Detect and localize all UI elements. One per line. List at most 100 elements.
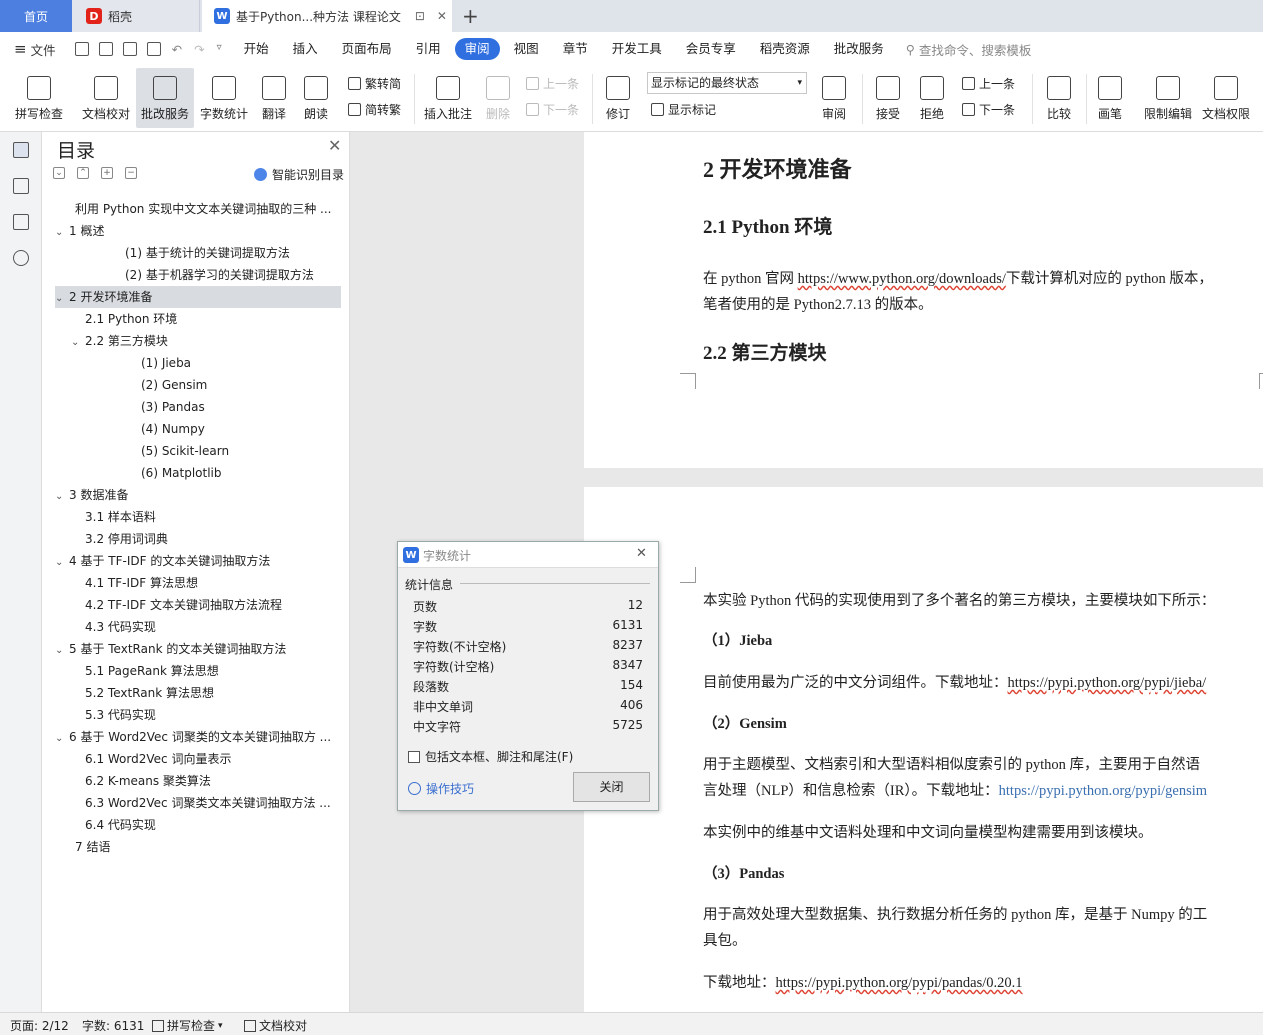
- toc-item[interactable]: 2.1 Python 环境: [55, 308, 341, 330]
- menu-tab-8[interactable]: 会员专享: [676, 38, 746, 60]
- toc-item[interactable]: ⌄ 1 概述: [55, 220, 341, 242]
- reject-button[interactable]: 拒绝: [912, 68, 952, 128]
- redo-icon[interactable]: ↷: [194, 42, 204, 57]
- chevron-down-icon[interactable]: ⌄: [55, 222, 69, 242]
- toc-item[interactable]: ⌄ 2.2 第三方模块: [55, 330, 341, 352]
- menu-tab-0[interactable]: 开始: [234, 38, 279, 60]
- toc-item[interactable]: ⌄ 6 基于 Word2Vec 词聚类的文本关键词抽取方 ...: [55, 726, 341, 748]
- tab-close-icon[interactable]: ✕: [437, 9, 447, 23]
- toc-item[interactable]: (2) Gensim: [55, 374, 341, 396]
- toc-item[interactable]: (1) 基于统计的关键词提取方法: [55, 242, 341, 264]
- expand-up-icon[interactable]: ⌃: [77, 167, 89, 179]
- track-changes-button[interactable]: 修订: [598, 68, 638, 128]
- toc-item[interactable]: (5) Scikit-learn: [55, 440, 341, 462]
- outline-icon[interactable]: [13, 142, 29, 158]
- close-button[interactable]: 关闭: [573, 772, 650, 802]
- toc-item[interactable]: (3) Pandas: [55, 396, 341, 418]
- chevron-down-icon[interactable]: ⌄: [55, 288, 69, 308]
- toc-item[interactable]: 7 结语: [55, 836, 341, 858]
- word-count-button[interactable]: 字数统计: [196, 68, 252, 128]
- accept-button[interactable]: 接受: [868, 68, 908, 128]
- prev-change-button[interactable]: 上一条: [962, 75, 1015, 92]
- restrict-editing-button[interactable]: 限制编辑: [1140, 68, 1196, 128]
- chevron-down-icon[interactable]: ⌄: [55, 486, 69, 506]
- menu-tab-6[interactable]: 章节: [553, 38, 598, 60]
- jieba-link[interactable]: https://pypi.python.org/pypi/jieba/: [1008, 675, 1207, 691]
- menu-tab-10[interactable]: 批改服务: [824, 38, 894, 60]
- spell-check-button[interactable]: 拼写检查: [10, 68, 68, 128]
- toc-item[interactable]: 5.1 PageRank 算法思想: [55, 660, 341, 682]
- delete-comment-button[interactable]: 删除: [478, 68, 518, 128]
- menu-tab-1[interactable]: 插入: [283, 38, 328, 60]
- menu-tab-4[interactable]: 审阅: [454, 38, 500, 60]
- review-service-button[interactable]: 批改服务: [136, 68, 194, 128]
- document-permission-button[interactable]: 文档权限: [1198, 68, 1254, 128]
- spell-check-toggle[interactable]: 拼写检查 ▾: [152, 1017, 223, 1034]
- toc-item[interactable]: 利用 Python 实现中文文本关键词抽取的三种 ...: [55, 198, 341, 220]
- quick-access-dropdown-icon[interactable]: ▿: [217, 42, 222, 57]
- proofread-toggle[interactable]: 文档校对: [244, 1017, 307, 1034]
- bookmark-icon[interactable]: [13, 214, 29, 230]
- toc-item[interactable]: 6.1 Word2Vec 词向量表示: [55, 748, 341, 770]
- chevron-down-icon[interactable]: ⌄: [55, 728, 69, 748]
- search-icon[interactable]: [13, 250, 29, 266]
- insert-comment-button[interactable]: 插入批注: [420, 68, 476, 128]
- compare-button[interactable]: 比较: [1038, 68, 1080, 128]
- document-page[interactable]: 本实验 Python 代码的实现使用到了多个著名的第三方模块，主要模块如下所示：…: [584, 487, 1263, 1012]
- proofread-button[interactable]: 文档校对: [78, 68, 134, 128]
- next-change-button[interactable]: 下一条: [962, 101, 1015, 118]
- page-indicator[interactable]: 页面: 2/12: [10, 1017, 69, 1034]
- toc-item[interactable]: 5.2 TextRank 算法思想: [55, 682, 341, 704]
- show-markup-button[interactable]: 显示标记: [651, 101, 716, 118]
- preview-icon[interactable]: [146, 41, 161, 56]
- toc-item[interactable]: 4.2 TF-IDF 文本关键词抽取方法流程: [55, 594, 341, 616]
- document-page[interactable]: 2 开发环境准备 2.1 Python 环境 在 python 官网 https…: [584, 132, 1263, 468]
- review-pane-button[interactable]: 审阅: [814, 68, 854, 128]
- toc-item[interactable]: 6.2 K-means 聚类算法: [55, 770, 341, 792]
- menu-tab-9[interactable]: 稻壳资源: [750, 38, 820, 60]
- toc-item[interactable]: 6.3 Word2Vec 词聚类文本关键词抽取方法 ...: [55, 792, 341, 814]
- toc-item[interactable]: 4.3 代码实现: [55, 616, 341, 638]
- toc-item[interactable]: (6) Matplotlib: [55, 462, 341, 484]
- chevron-down-icon[interactable]: ⌄: [71, 332, 85, 352]
- menu-tab-3[interactable]: 引用: [406, 38, 451, 60]
- toc-item[interactable]: ⌄ 4 基于 TF-IDF 的文本关键词抽取方法: [55, 550, 341, 572]
- toc-item[interactable]: 3.1 样本语料: [55, 506, 341, 528]
- toc-item[interactable]: ⌄ 2 开发环境准备: [55, 286, 341, 308]
- collapse-all-icon[interactable]: ⌄: [53, 167, 65, 179]
- toc-item[interactable]: 4.1 TF-IDF 算法思想: [55, 572, 341, 594]
- tab-daoke[interactable]: D 稻壳: [72, 0, 200, 32]
- trad-to-simp-button[interactable]: 繁转简: [348, 75, 401, 92]
- toc-item[interactable]: (2) 基于机器学习的关键词提取方法: [55, 264, 341, 286]
- chevron-down-icon[interactable]: ⌄: [55, 640, 69, 660]
- export-icon[interactable]: [98, 41, 113, 56]
- print-icon[interactable]: [122, 41, 137, 56]
- pandas-link[interactable]: https://pypi.python.org/pypi/pandas/0.20…: [776, 975, 1023, 991]
- tab-home[interactable]: 首页: [0, 0, 72, 32]
- close-icon[interactable]: ✕: [636, 546, 647, 561]
- toc-item[interactable]: 6.4 代码实现: [55, 814, 341, 836]
- translate-button[interactable]: 翻译: [254, 68, 294, 128]
- chapter-icon[interactable]: [13, 178, 29, 194]
- toc-item[interactable]: ⌄ 3 数据准备: [55, 484, 341, 506]
- new-tab-button[interactable]: +: [462, 0, 479, 32]
- command-search[interactable]: ⚲ 查找命令、搜索模板: [906, 40, 1032, 59]
- tab-document[interactable]: W 基于Python...种方法 课程论文 ⊡ ✕: [202, 0, 452, 32]
- save-icon[interactable]: [74, 41, 89, 56]
- markup-display-select[interactable]: 显示标记的最终状态 ▾: [647, 72, 807, 94]
- simp-to-trad-button[interactable]: 简转繁: [348, 101, 401, 118]
- remove-heading-icon[interactable]: −: [125, 167, 137, 179]
- undo-icon[interactable]: ↶: [172, 42, 182, 57]
- file-menu[interactable]: ≡ 文件: [14, 40, 56, 59]
- toc-item[interactable]: (1) Jieba: [55, 352, 341, 374]
- pin-icon[interactable]: ⊡: [415, 9, 425, 23]
- toc-item[interactable]: 5.3 代码实现: [55, 704, 341, 726]
- menu-tab-7[interactable]: 开发工具: [602, 38, 672, 60]
- toc-item[interactable]: (4) Numpy: [55, 418, 341, 440]
- tips-link[interactable]: 操作技巧: [408, 780, 474, 797]
- toc-item[interactable]: 3.2 停用词词典: [55, 528, 341, 550]
- prev-comment-button[interactable]: 上一条: [526, 75, 579, 92]
- gensim-link[interactable]: https://pypi.python.org/pypi/gensim: [999, 783, 1207, 799]
- next-comment-button[interactable]: 下一条: [526, 101, 579, 118]
- read-aloud-button[interactable]: 朗读: [296, 68, 336, 128]
